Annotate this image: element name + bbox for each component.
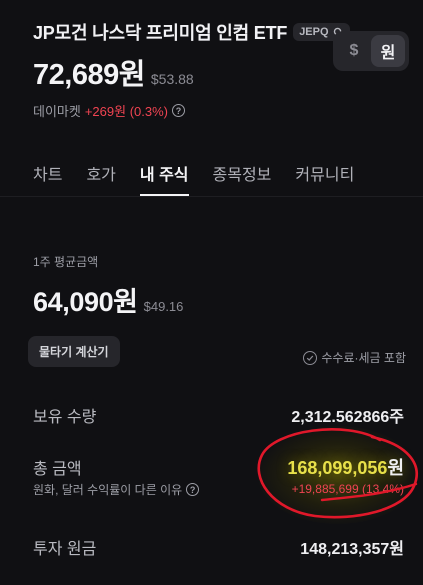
current-price: 72,689원: [33, 59, 145, 91]
tab-my-stock[interactable]: 내 주식: [139, 161, 189, 196]
tab-bar: 차트 호가 내 주식 종목정보 커뮤니티: [33, 161, 354, 196]
tab-divider: [0, 196, 423, 197]
avg-price-usd: $49.16: [143, 299, 184, 314]
fee-included-toggle[interactable]: 수수료·세금 포함: [303, 349, 406, 366]
fee-note-label: 수수료·세금 포함: [321, 351, 406, 365]
tab-chart[interactable]: 차트: [33, 161, 62, 193]
ticker-label: JEPQ: [299, 26, 329, 38]
avg-price-row: 64,090원 $49.16: [33, 280, 183, 319]
price-change: +269원 (0.3%): [84, 104, 168, 119]
total-value: 168,099,056원: [287, 454, 404, 480]
total-amount: 168,099,056: [287, 458, 388, 478]
tab-stock-info[interactable]: 종목정보: [213, 161, 272, 193]
info-icon: ?: [186, 483, 200, 496]
reason-label: 원화, 달러 수익률이 다른 이유: [33, 483, 183, 497]
avg-price: 64,090원: [33, 287, 138, 317]
tab-community[interactable]: 커뮤니티: [295, 161, 354, 193]
quantity-row: 보유 수량 2,312.562866주: [33, 403, 404, 427]
averaging-calculator-button[interactable]: 물타기 계산기: [28, 336, 120, 367]
krw-toggle-button[interactable]: 원: [371, 35, 405, 67]
check-circle-icon: [303, 350, 318, 365]
principal-label: 투자 원금: [33, 541, 97, 558]
total-gain: +19,885,699 (13.4%): [291, 482, 404, 496]
market-label: 데이마켓: [33, 104, 81, 119]
quantity-value: 2,312.562866주: [291, 409, 404, 426]
principal-row: 투자 원금 148,213,357원: [33, 535, 404, 559]
avg-price-label: 1주 평균금액: [33, 255, 99, 269]
total-label: 총 금액: [33, 461, 82, 478]
currency-return-reason[interactable]: 원화, 달러 수익률이 다른 이유 ?: [33, 481, 200, 498]
principal-value: 148,213,357원: [300, 541, 404, 558]
stock-title: JP모건 나스닥 프리미엄 인컴 ETF: [33, 23, 288, 43]
tab-orderbook[interactable]: 호가: [86, 161, 115, 193]
current-price-usd: $53.88: [150, 71, 194, 87]
info-icon[interactable]: ?: [172, 104, 185, 117]
usd-toggle-button[interactable]: $: [337, 35, 371, 67]
quantity-label: 보유 수량: [33, 409, 97, 426]
total-unit: 원: [387, 458, 404, 478]
change-row: 데이마켓 +269원 (0.3%) ?: [33, 101, 409, 120]
currency-toggle[interactable]: $ 원: [333, 31, 409, 71]
